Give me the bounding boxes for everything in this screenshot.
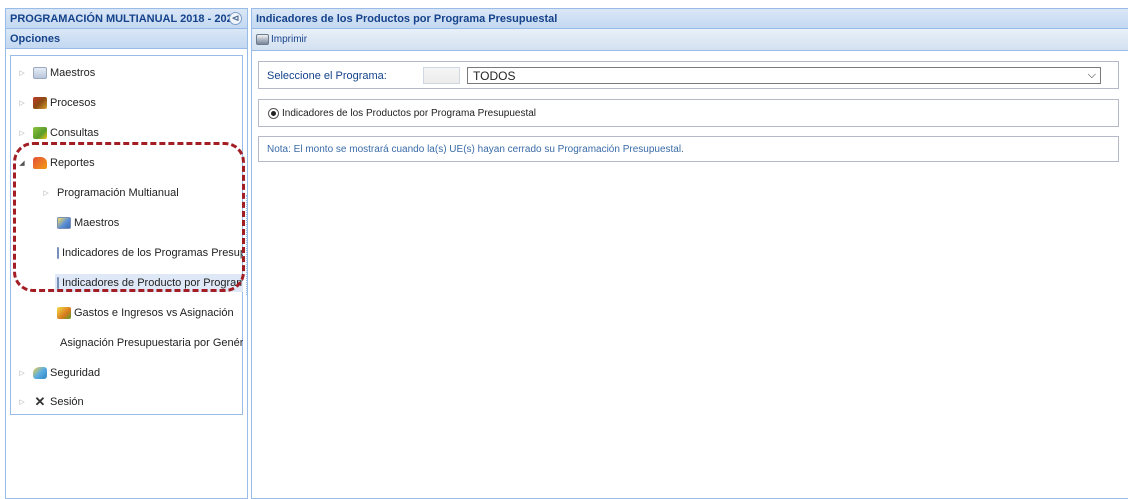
note-text: Nota: El monto se mostrará cuando la(s) … [267, 144, 684, 155]
tree-node-indicadores-producto[interactable]: Indicadores de Producto por Programa [55, 274, 243, 292]
program-select-value: TODOS [473, 68, 516, 83]
tree-node-report-maestros[interactable]: Maestros [57, 214, 119, 232]
program-filter-row: Seleccione el Programa: TODOS ⌵ [258, 61, 1119, 89]
tree-node-seguridad[interactable]: ▷ Seguridad [17, 364, 100, 382]
folder-icon [33, 67, 47, 79]
print-button[interactable]: Imprimir [256, 34, 307, 45]
tree-node-label: Maestros [74, 217, 120, 229]
print-label: Imprimir [271, 34, 308, 45]
reports-icon [33, 157, 47, 169]
security-icon [33, 367, 47, 379]
report-type-radio[interactable] [268, 108, 279, 119]
expand-arrow-icon[interactable]: ▷ [17, 69, 27, 77]
expand-arrow-icon[interactable]: ▷ [17, 129, 27, 137]
tree-node-label: Gastos e Ingresos vs Asignación [74, 307, 234, 319]
expand-arrow-icon[interactable]: ▷ [41, 189, 51, 197]
tree-node-consultas[interactable]: ▷ Consultas [17, 124, 99, 142]
menu-tree: ▷ Maestros ▷ Procesos ▷ Consultas ◢ Repo… [10, 55, 243, 415]
content-title-bar: Indicadores de los Productos por Program… [252, 9, 1128, 29]
note-row: Nota: El monto se mostrará cuando la(s) … [258, 136, 1119, 162]
expand-arrow-icon[interactable]: ▷ [17, 99, 27, 107]
tree-node-label: Indicadores de los Programas Presupuesta… [62, 247, 243, 259]
tree-node-asignacion-presupuestaria[interactable]: Asignación Presupuestaria por Genérica [57, 334, 243, 352]
tree-node-maestros[interactable]: ▷ Maestros [17, 64, 95, 82]
program-label: Seleccione el Programa: [267, 70, 387, 82]
session-icon: ✕ [34, 394, 46, 409]
report-doc-icon [57, 277, 59, 289]
report-type-label: Indicadores de los Productos por Program… [282, 108, 537, 119]
tree-node-label: Sesión [50, 396, 84, 408]
tree-node-label: Programación Multianual [57, 187, 179, 199]
tree-node-label: Reportes [50, 157, 95, 169]
program-code-field[interactable] [423, 67, 460, 84]
panel-title-bar: PROGRAMACIÓN MULTIANUAL 2018 - 2020 ⊲ [6, 9, 247, 29]
tree-node-label: Seguridad [50, 367, 101, 379]
query-icon [33, 127, 47, 139]
tree-node-indicadores-programas[interactable]: Indicadores de los Programas Presupuesta… [57, 244, 243, 262]
panel-splitter[interactable] [246, 195, 249, 295]
report-type-row: Indicadores de los Productos por Program… [258, 99, 1119, 127]
process-icon [33, 97, 47, 109]
tree-node-label: Asignación Presupuestaria por Genérica [60, 337, 243, 349]
tree-node-label: Indicadores de Producto por Programa [62, 277, 243, 289]
options-header: Opciones [6, 29, 247, 49]
report-doc-icon [57, 247, 59, 259]
tree-node-programacion-multianual[interactable]: ▷ Programación Multianual [41, 184, 179, 202]
content-title: Indicadores de los Productos por Program… [256, 12, 558, 25]
tree-node-gastos-ingresos[interactable]: Gastos e Ingresos vs Asignación [57, 304, 234, 322]
expand-arrow-icon[interactable]: ▷ [17, 369, 27, 377]
tree-node-procesos[interactable]: ▷ Procesos [17, 94, 96, 112]
toolbar: Imprimir [252, 29, 1128, 51]
app-title: PROGRAMACIÓN MULTIANUAL 2018 - 2020 [10, 12, 239, 25]
chevron-down-icon[interactable]: ⌵ [1088, 69, 1096, 82]
tree-node-sesion[interactable]: ▷ ✕ Sesión [17, 393, 84, 411]
chart-icon [57, 307, 71, 319]
expand-arrow-icon[interactable]: ▷ [17, 398, 27, 406]
collapse-panel-button[interactable]: ⊲ [229, 12, 242, 25]
printer-icon [256, 34, 269, 45]
options-label: Opciones [10, 32, 61, 45]
collapse-arrow-icon[interactable]: ◢ [17, 159, 27, 167]
tree-node-label: Procesos [50, 97, 96, 109]
content-panel: Indicadores de los Productos por Program… [251, 8, 1128, 499]
navigation-panel: PROGRAMACIÓN MULTIANUAL 2018 - 2020 ⊲ Op… [5, 8, 248, 499]
tree-node-label: Maestros [50, 67, 96, 79]
tree-node-reportes[interactable]: ◢ Reportes [17, 154, 95, 172]
report-type-option[interactable]: Indicadores de los Productos por Program… [268, 108, 536, 119]
tree-node-label: Consultas [50, 127, 99, 139]
program-select[interactable]: TODOS ⌵ [467, 67, 1101, 84]
report-doc-icon [57, 217, 71, 229]
